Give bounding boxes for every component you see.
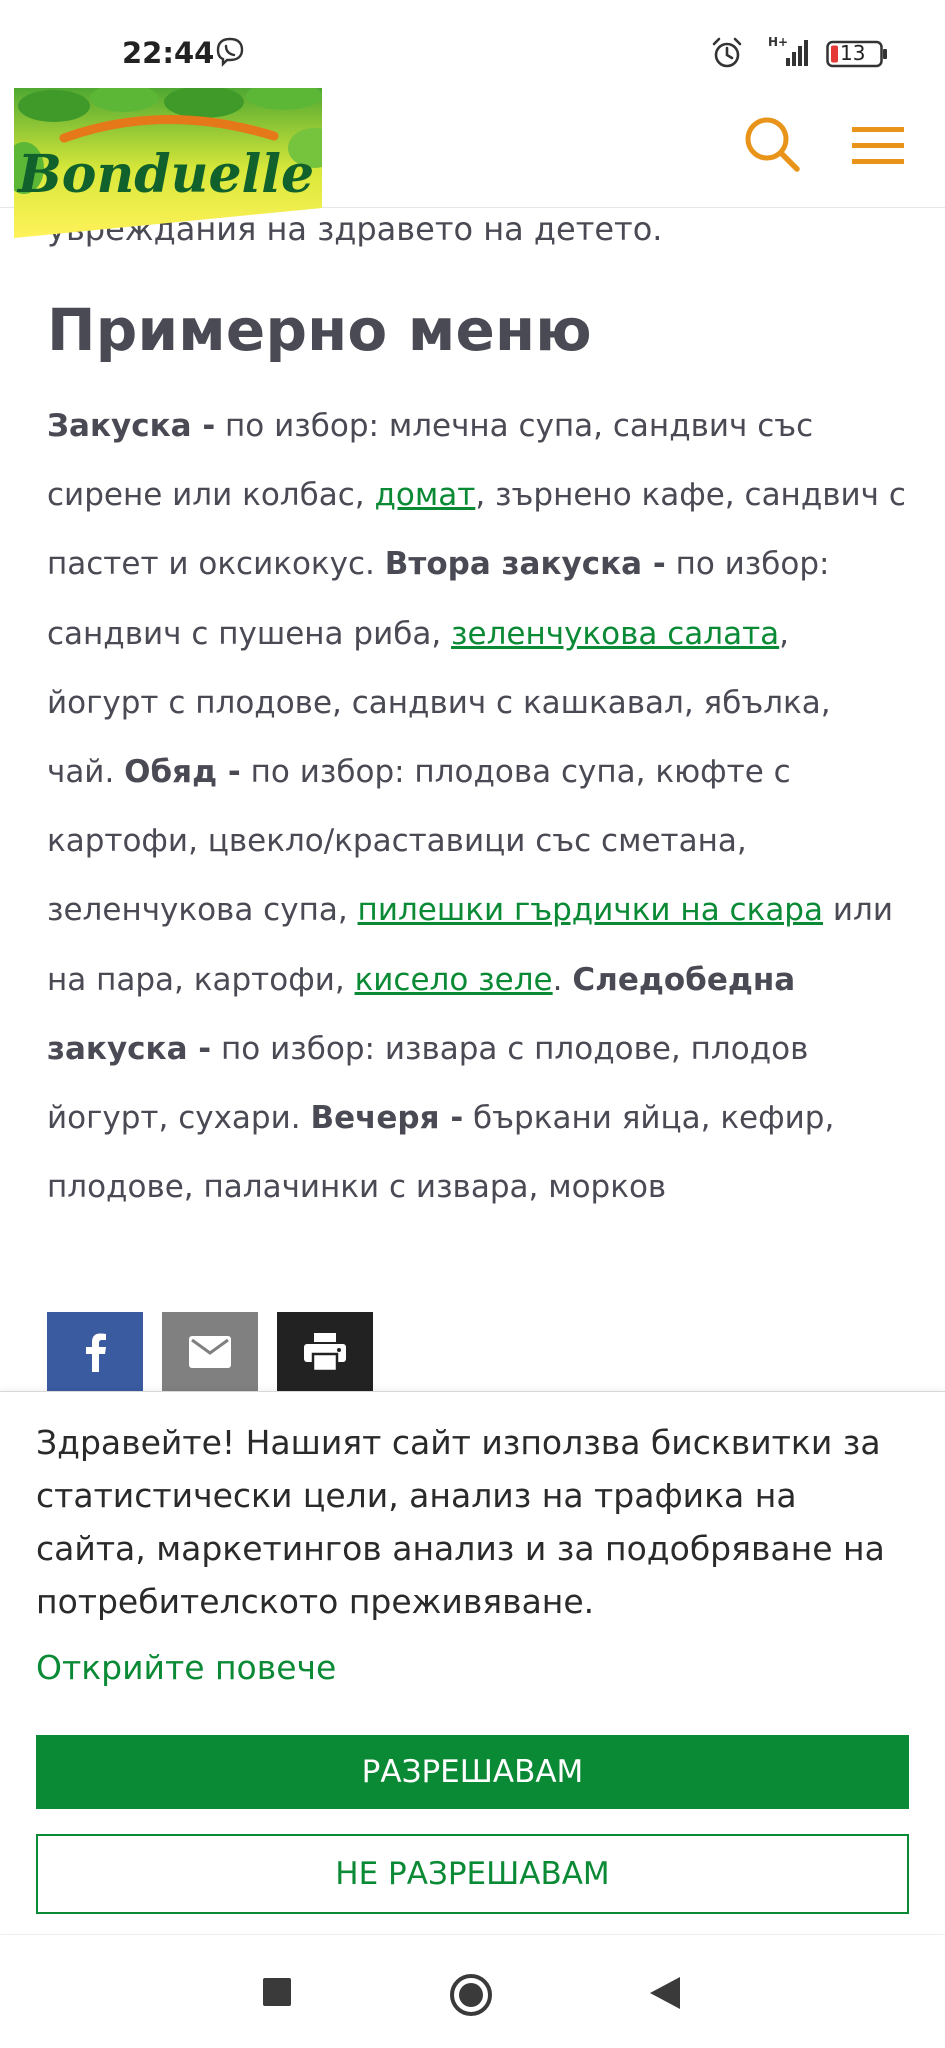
recent-apps-icon[interactable]	[262, 1977, 292, 2007]
logo-text: Bonduelle	[16, 144, 314, 205]
learn-more-link[interactable]: Открийте повече	[36, 1648, 336, 1687]
viber-icon	[216, 37, 244, 67]
cookie-consent-banner: Здравейте! Нашият сайт използва бисквитк…	[0, 1391, 945, 1933]
print-button[interactable]	[277, 1312, 373, 1392]
facebook-icon	[86, 1333, 106, 1372]
print-icon	[304, 1333, 346, 1372]
article-body: Закуска - по избор: млечна супа, сандвич…	[47, 392, 907, 1222]
link-tomato[interactable]: домат	[374, 477, 475, 513]
link-grilled-chicken[interactable]: пилешки гърдички на скара	[358, 892, 823, 928]
battery-level: 13	[840, 41, 866, 65]
search-icon[interactable]	[742, 114, 802, 174]
link-sauerkraut[interactable]: кисело зеле	[355, 962, 553, 998]
bonduelle-logo[interactable]: Bonduelle	[14, 88, 322, 238]
second-breakfast-label: Втора закуска -	[384, 546, 666, 583]
article-title: Примерно меню	[47, 296, 592, 364]
email-share-button[interactable]	[162, 1312, 258, 1392]
alarm-icon	[712, 37, 742, 68]
menu-icon[interactable]	[852, 126, 904, 166]
status-bar: 22:44 H+ 13	[0, 0, 945, 84]
site-header: Bonduelle	[0, 84, 945, 238]
dinner-label: Вечеря -	[310, 1100, 464, 1137]
cookie-message: Здравейте! Нашият сайт използва бисквитк…	[36, 1423, 885, 1621]
status-time: 22:44	[122, 36, 215, 70]
system-navigation-bar	[0, 1934, 945, 2048]
home-icon[interactable]	[449, 1973, 493, 2017]
back-icon[interactable]	[648, 1975, 682, 2011]
lunch-text-end: .	[552, 961, 573, 998]
breakfast-label: Закуска -	[47, 408, 216, 444]
accept-cookies-button[interactable]: РАЗРЕШАВАМ	[36, 1735, 909, 1809]
facebook-share-button[interactable]	[47, 1312, 143, 1392]
link-vegetable-salad[interactable]: зеленчукова салата	[451, 616, 779, 652]
mail-icon	[189, 1336, 231, 1368]
lunch-label: Обяд -	[124, 754, 241, 791]
share-buttons	[47, 1312, 373, 1392]
signal-icon	[786, 40, 808, 66]
decline-cookies-button[interactable]: НЕ РАЗРЕШАВАМ	[36, 1834, 909, 1914]
